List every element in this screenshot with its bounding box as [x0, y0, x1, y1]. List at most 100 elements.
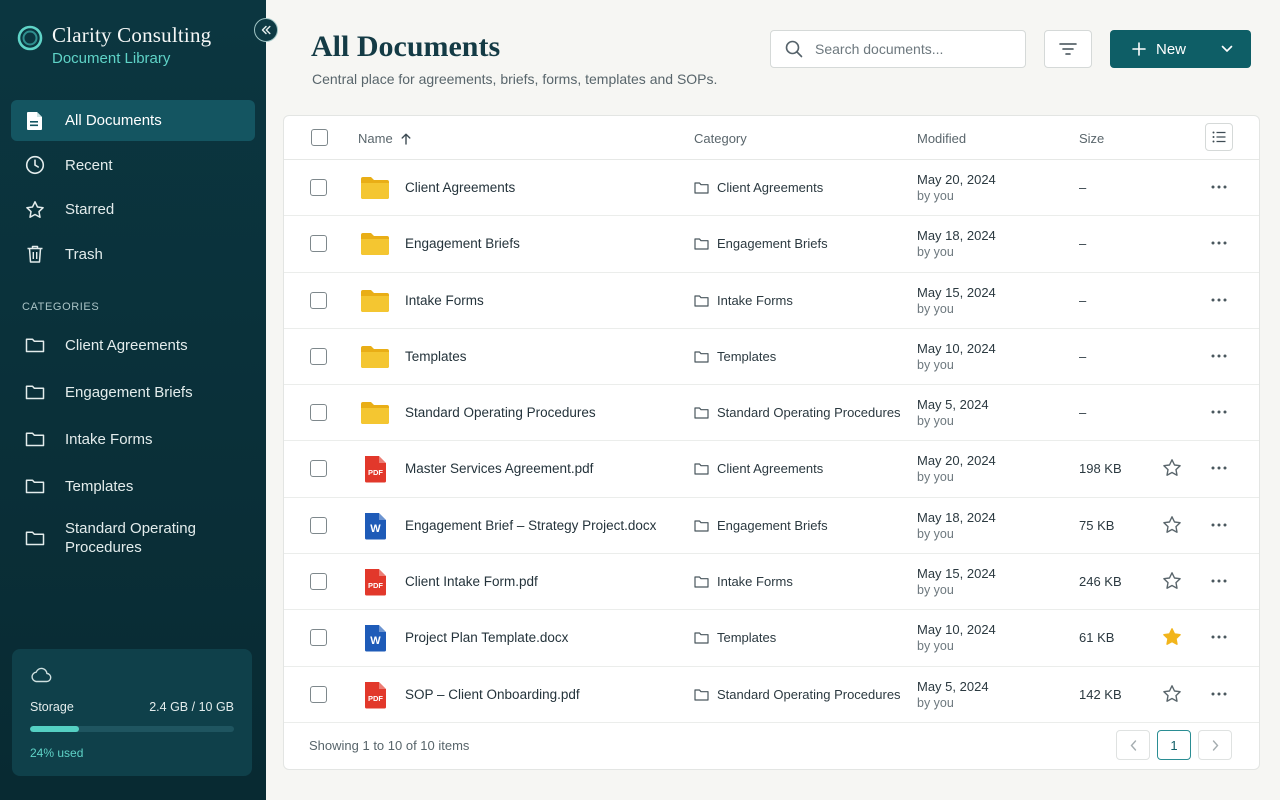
select-all-checkbox[interactable]	[311, 129, 328, 146]
row-checkbox[interactable]	[310, 291, 327, 309]
table-row[interactable]: PDF Master Services Agreement.pdf Client A…	[284, 441, 1259, 498]
chevron-down-icon[interactable]	[1221, 45, 1233, 53]
column-category[interactable]: Category	[694, 131, 747, 146]
modified-date: May 10, 2024	[917, 622, 996, 638]
file-category: Standard Operating Procedures	[694, 687, 901, 702]
collapse-sidebar-button[interactable]	[254, 18, 278, 42]
row-checkbox[interactable]	[310, 629, 327, 647]
table-row[interactable]: W Project Plan Template.docx Templates May …	[284, 610, 1259, 667]
next-page-button[interactable]	[1198, 730, 1232, 760]
star-filled-icon[interactable]	[1162, 627, 1182, 647]
search-input[interactable]	[815, 41, 1015, 57]
word-file-icon: W	[360, 624, 390, 652]
file-name[interactable]: Engagement Brief – Strategy Project.docx	[405, 518, 656, 533]
row-checkbox[interactable]	[310, 404, 327, 422]
modified-by: by you	[917, 414, 954, 429]
file-name[interactable]: Master Services Agreement.pdf	[405, 461, 593, 476]
star-icon[interactable]	[1162, 571, 1182, 591]
sidebar-item-recent[interactable]: Recent	[11, 145, 255, 186]
page-1-button[interactable]: 1	[1157, 730, 1191, 760]
sidebar-item-label: All Documents	[65, 112, 162, 129]
row-checkbox[interactable]	[310, 179, 327, 196]
sidebar-item-intake-forms[interactable]: Intake Forms	[11, 417, 255, 461]
table-row[interactable]: Engagement Briefs Engagement Briefs May 18…	[284, 216, 1259, 273]
file-name[interactable]: SOP – Client Onboarding.pdf	[405, 687, 580, 702]
more-actions-icon[interactable]	[1208, 177, 1230, 197]
row-checkbox[interactable]	[310, 460, 327, 478]
table-header: Name Category Modified Size	[284, 116, 1259, 160]
table-row[interactable]: Client Agreements Client Agreements May 20…	[284, 160, 1259, 217]
file-category-label: Templates	[717, 630, 777, 646]
folder-icon	[694, 407, 709, 419]
sidebar-item-starred[interactable]: Starred	[11, 189, 255, 230]
sidebar-item-client-agreements[interactable]: Client Agreements	[11, 323, 255, 367]
more-actions-icon[interactable]	[1208, 290, 1230, 310]
file-name[interactable]: Project Plan Template.docx	[405, 630, 568, 645]
new-button[interactable]: New	[1110, 30, 1251, 68]
cloud-icon	[31, 667, 52, 683]
row-checkbox[interactable]	[310, 573, 327, 591]
list-view-button[interactable]	[1205, 123, 1233, 151]
sidebar-item-engagement-briefs[interactable]: Engagement Briefs	[11, 370, 255, 414]
modified-date: May 15, 2024	[917, 284, 996, 300]
file-size: 198 KB	[1079, 461, 1122, 477]
file-name[interactable]: Standard Operating Procedures	[405, 405, 596, 420]
plus-icon	[1132, 42, 1146, 56]
column-name[interactable]: Name	[358, 131, 411, 146]
pagination: 1	[1116, 730, 1232, 760]
more-actions-icon[interactable]	[1208, 627, 1230, 647]
brand: Clarity Consulting Document Library	[16, 22, 211, 69]
modified-date: May 20, 2024	[917, 453, 996, 469]
sidebar-item-all-documents[interactable]: All Documents	[11, 100, 255, 141]
file-badge: PDF	[368, 694, 383, 703]
more-actions-icon[interactable]	[1208, 458, 1230, 478]
column-modified[interactable]: Modified	[917, 131, 966, 146]
star-icon[interactable]	[1162, 684, 1182, 704]
row-checkbox[interactable]	[310, 685, 327, 703]
file-category-label: Standard Operating Procedures	[717, 405, 901, 421]
filter-button[interactable]	[1044, 30, 1092, 68]
pdf-file-icon: PDF	[360, 568, 390, 596]
file-category: Engagement Briefs	[694, 236, 828, 251]
column-size[interactable]: Size	[1079, 131, 1104, 146]
more-actions-icon[interactable]	[1208, 571, 1230, 591]
search-box	[770, 30, 1026, 68]
file-name[interactable]: Client Intake Form.pdf	[405, 574, 538, 589]
sidebar-item-trash[interactable]: Trash	[11, 234, 255, 275]
file-name[interactable]: Templates	[405, 349, 467, 364]
more-actions-icon[interactable]	[1208, 402, 1230, 422]
file-name[interactable]: Intake Forms	[405, 293, 484, 308]
folder-icon	[694, 632, 709, 644]
table-row[interactable]: Intake Forms Intake Forms May 15, 2024 by y…	[284, 273, 1259, 329]
file-name[interactable]: Client Agreements	[405, 180, 515, 195]
sidebar-item-sops[interactable]: Standard Operating Procedures	[11, 511, 255, 565]
file-category-label: Engagement Briefs	[717, 236, 828, 252]
more-actions-icon[interactable]	[1208, 515, 1230, 535]
file-name[interactable]: Engagement Briefs	[405, 236, 520, 251]
row-checkbox[interactable]	[310, 235, 327, 253]
sidebar-item-templates[interactable]: Templates	[11, 464, 255, 508]
folder-icon	[25, 432, 45, 447]
more-actions-icon[interactable]	[1208, 346, 1230, 366]
table-row[interactable]: Templates Templates May 10, 2024 by you –	[284, 329, 1259, 386]
file-category: Client Agreements	[694, 461, 823, 476]
brand-subtitle: Document Library	[52, 50, 171, 67]
more-actions-icon[interactable]	[1208, 233, 1230, 253]
modified-date: May 5, 2024	[917, 397, 989, 413]
file-modified: May 18, 2024 by you	[917, 227, 996, 261]
more-actions-icon[interactable]	[1208, 684, 1230, 704]
table-row[interactable]: PDF Client Intake Form.pdf Intake Forms May…	[284, 554, 1259, 611]
file-size: –	[1079, 405, 1087, 421]
row-checkbox[interactable]	[310, 516, 327, 534]
star-icon[interactable]	[1162, 515, 1182, 535]
table-row[interactable]: W Engagement Brief – Strategy Project.doc…	[284, 498, 1259, 555]
sidebar: Clarity Consulting Document Library All …	[0, 0, 266, 800]
table-row[interactable]: Standard Operating Procedures Standard Op…	[284, 385, 1259, 442]
prev-page-button[interactable]	[1116, 730, 1150, 760]
table-row[interactable]: PDF SOP – Client Onboarding.pdf Standard O…	[284, 667, 1259, 723]
folder-icon	[694, 294, 709, 307]
row-checkbox[interactable]	[310, 347, 327, 365]
star-icon[interactable]	[1162, 458, 1182, 478]
categories-heading: CATEGORIES	[22, 301, 100, 313]
file-size: 246 KB	[1079, 574, 1122, 590]
